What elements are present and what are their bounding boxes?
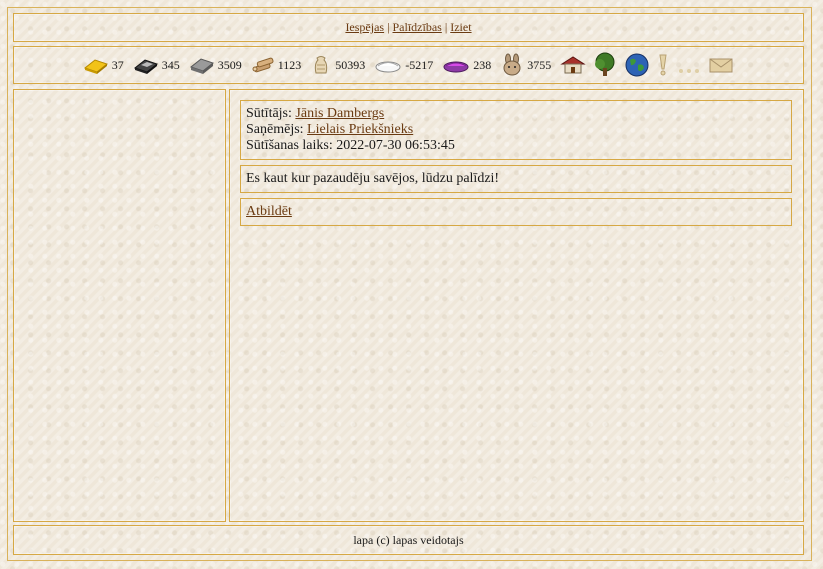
salt-bowl-icon	[375, 61, 401, 73]
resource-bar: 37 345 3509 1123 50393 -5217 238 3755	[13, 46, 804, 84]
resource-grain: 50393	[310, 54, 368, 76]
gold-bar-icon	[83, 59, 108, 74]
resource-value: 3755	[527, 57, 552, 72]
left-sidebar	[13, 89, 226, 522]
rabbit-icon	[503, 53, 521, 76]
resource-stone: 3509	[189, 55, 245, 75]
resource-value: 37	[111, 57, 124, 72]
sent-time-label: Sūtīšanas laiks:	[246, 138, 333, 153]
message-body: Es kaut kur pazaudēju savējos, lūdzu pal…	[240, 165, 792, 193]
nav-separator: |	[444, 20, 448, 34]
resource-wood: 1123	[251, 55, 305, 75]
wood-logs-icon	[252, 57, 274, 73]
resource-value: 3509	[217, 57, 242, 72]
resource-salt: -5217	[374, 55, 436, 75]
resource-value: 50393	[335, 57, 366, 72]
recipient-label: Saņēmējs:	[246, 122, 304, 137]
toolbar-mail[interactable]	[708, 55, 734, 75]
resource-iron: 345	[133, 55, 183, 75]
toolbar-tree[interactable]	[592, 52, 618, 78]
reply-link[interactable]: Atbildēt	[246, 204, 292, 219]
logout-link[interactable]: Iziet	[450, 20, 471, 34]
message-header: Sūtītājs: Jānis Dambergs Saņēmējs: Liela…	[240, 100, 792, 160]
sent-time-row: Sūtīšanas laiks: 2022-07-30 06:53:45	[246, 138, 786, 154]
toolbar-globe[interactable]	[624, 52, 650, 78]
recipient-link[interactable]: Lielais Priekšnieks	[307, 122, 413, 137]
tree-icon[interactable]	[592, 52, 618, 78]
recipient-row: Saņēmējs: Lielais Priekšnieks	[246, 122, 786, 138]
ellipsis-icon[interactable]	[676, 54, 702, 76]
resource-rabbit: 3755	[500, 53, 554, 77]
toolbar-more[interactable]	[676, 54, 702, 76]
toolbar-house[interactable]	[560, 54, 586, 76]
reply-box: Atbildēt	[240, 198, 792, 226]
toolbar-alert[interactable]	[656, 53, 670, 77]
envelope-icon[interactable]	[708, 55, 734, 75]
globe-icon[interactable]	[624, 52, 650, 78]
nav-separator: |	[387, 20, 390, 34]
exclamation-icon[interactable]	[656, 53, 670, 77]
sent-time-value: 2022-07-30 06:53:45	[336, 138, 455, 153]
resource-value: 238	[473, 57, 492, 72]
footer-text: lapa (c) lapas veidotajs	[353, 533, 464, 547]
grain-sack-icon	[315, 56, 328, 74]
sender-label: Sūtītājs:	[246, 106, 292, 121]
resource-gold: 37	[83, 55, 127, 75]
message-text: Es kaut kur pazaudēju savējos, lūdzu pal…	[246, 171, 500, 186]
house-icon[interactable]	[560, 54, 586, 76]
top-navigation: Iespējas | Palīdzības | Iziet	[13, 13, 804, 42]
options-link[interactable]: Iespējas	[345, 20, 384, 34]
resource-value: -5217	[405, 57, 434, 72]
help-link[interactable]: Palīdzības	[393, 20, 442, 34]
sender-row: Sūtītājs: Jānis Dambergs	[246, 106, 786, 122]
resource-value: 345	[161, 57, 180, 72]
footer: lapa (c) lapas veidotajs	[13, 525, 804, 555]
resource-dye: 238	[442, 55, 494, 75]
dye-bowl-icon	[443, 61, 469, 73]
sender-link[interactable]: Jānis Dambergs	[295, 106, 384, 121]
stone-block-icon	[189, 58, 214, 74]
resource-value: 1123	[277, 57, 302, 72]
iron-bar-icon	[133, 59, 158, 74]
